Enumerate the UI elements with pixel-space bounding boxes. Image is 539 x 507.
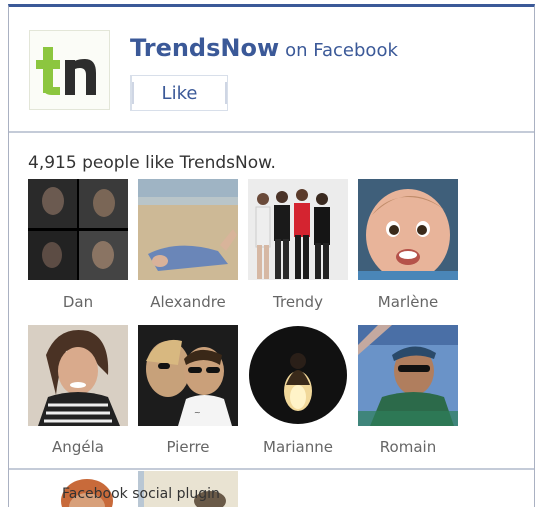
- likes-summary: 4,915 people like TrendsNow.: [28, 153, 276, 173]
- fan-avatar-alexandre[interactable]: [138, 179, 238, 280]
- fan-name[interactable]: Romain: [348, 438, 468, 456]
- fan-name[interactable]: Dan: [18, 293, 138, 311]
- facebook-like-box: tn TrendsNow on Facebook Like 4,915 peopl…: [8, 4, 535, 507]
- like-button[interactable]: Like: [130, 75, 228, 111]
- avatar: [248, 325, 348, 426]
- fan-name[interactable]: Alexandre: [128, 293, 248, 311]
- header-divider: [9, 131, 534, 133]
- fan-avatar-angela[interactable]: [28, 325, 128, 426]
- page-name[interactable]: TrendsNow: [130, 34, 279, 62]
- like-button-edge: [225, 82, 227, 104]
- avatar: [138, 179, 238, 280]
- fan-avatar-marlene[interactable]: [358, 179, 458, 280]
- fan-avatar-pierre[interactable]: ~: [138, 325, 238, 426]
- fan-name[interactable]: Marlène: [348, 293, 468, 311]
- avatar: [28, 179, 128, 280]
- page-header: tn TrendsNow on Facebook Like: [9, 7, 534, 131]
- avatar: [358, 325, 458, 426]
- avatar: ~: [138, 325, 238, 426]
- page-title-suffix: on Facebook: [285, 40, 398, 61]
- avatar: [248, 179, 348, 280]
- like-button-edge: [132, 82, 134, 104]
- page-logo[interactable]: tn: [29, 30, 110, 110]
- fan-avatar-dan[interactable]: [28, 179, 128, 280]
- avatar: [358, 179, 458, 280]
- fan-avatar-trendy[interactable]: [248, 179, 348, 280]
- fan-avatar-marianne[interactable]: [248, 325, 348, 426]
- tn-logo-icon: [30, 31, 109, 109]
- avatar: [28, 325, 128, 426]
- svg-text:~: ~: [194, 408, 201, 417]
- like-button-label: Like: [161, 82, 198, 104]
- fan-avatar-romain[interactable]: [358, 325, 458, 426]
- fan-name[interactable]: Pierre: [128, 438, 248, 456]
- footer-divider: [9, 468, 534, 470]
- fan-name[interactable]: Trendy: [238, 293, 358, 311]
- page-title[interactable]: TrendsNow on Facebook: [130, 34, 398, 62]
- fan-name[interactable]: Marianne: [238, 438, 358, 456]
- social-plugin-label[interactable]: Facebook social plugin: [62, 486, 220, 502]
- fan-name[interactable]: Angéla: [18, 438, 138, 456]
